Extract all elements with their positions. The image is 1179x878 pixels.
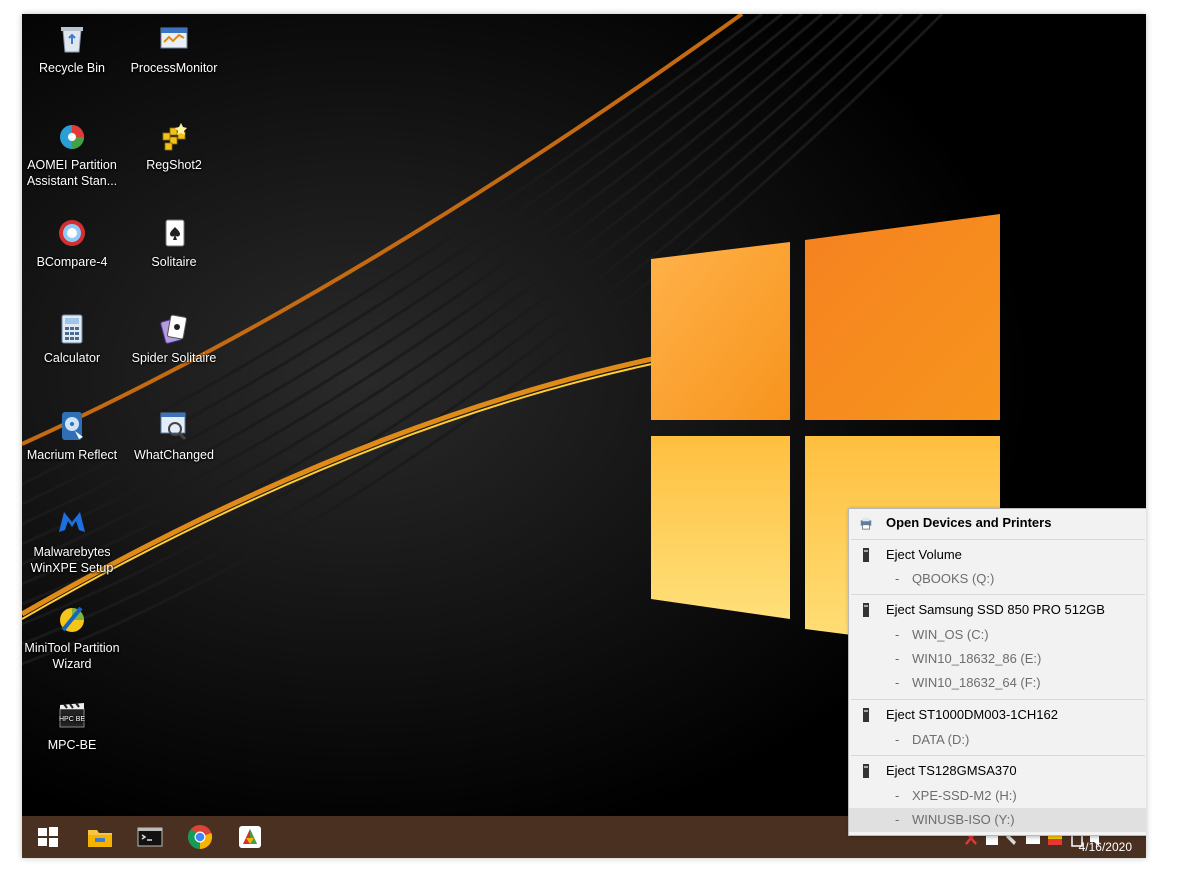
eject-menu: Open Devices and Printers Eject Volume -… [848, 508, 1146, 836]
menu-item-eject-volume[interactable]: Eject Volume [849, 543, 1146, 567]
desktop-icon-label: Recycle Bin [39, 61, 105, 75]
volume-label: WINUSB-ISO (Y:) [912, 812, 1015, 827]
volume-label: WIN10_18632_64 (F:) [912, 675, 1041, 690]
desktop-icon-malwarebytes[interactable]: Malwarebytes WinXPE Setup [22, 506, 122, 576]
malwarebytes-icon [59, 512, 85, 532]
menu-subitem-volume[interactable]: - WIN10_18632_86 (E:) [849, 647, 1146, 671]
desktop-icon-bcompare[interactable]: BCompare-4 [22, 216, 122, 270]
desktop-icon-label: Malwarebytes WinXPE Setup [30, 545, 114, 575]
aomei-icon [60, 125, 84, 149]
volume-label: WIN_OS (C:) [912, 627, 989, 642]
bcompare-icon [59, 220, 85, 246]
menu-item-label: Eject Samsung SSD 850 PRO 512GB [886, 602, 1105, 617]
chrome-icon [187, 825, 213, 850]
usb-drive-icon [863, 764, 869, 778]
desktop-icon-whatchanged[interactable]: WhatChanged [124, 409, 224, 463]
file-explorer-icon [88, 830, 112, 847]
desktop-icon-solitaire[interactable]: Solitaire [124, 216, 224, 270]
volume-label: XPE-SSD-M2 (H:) [912, 788, 1017, 803]
desktop-icon-spider-solitaire[interactable]: Spider Solitaire [124, 312, 224, 366]
desktop-icon-label: Macrium Reflect [26, 448, 118, 462]
menu-item-eject-st1000[interactable]: Eject ST1000DM003-1CH162 [849, 703, 1146, 727]
desktop-screen: Recycle Bin ProcessMonitor AOMEI Partiti… [22, 14, 1146, 858]
usb-drive-icon [863, 548, 869, 562]
solitaire-icon [165, 219, 185, 247]
menu-item-label: Open Devices and Printers [886, 515, 1052, 530]
menu-item-label: Eject ST1000DM003-1CH162 [886, 707, 1058, 722]
taskbar-file-explorer[interactable] [80, 820, 120, 854]
menu-item-label: Eject Volume [886, 547, 962, 562]
desktop-icon-processmonitor[interactable]: ProcessMonitor [124, 22, 224, 76]
desktop-icon-label: AOMEI Partition Assistant Stan... [26, 158, 118, 188]
desktop-icon-recycle-bin[interactable]: Recycle Bin [22, 22, 122, 76]
menu-separator [851, 539, 1145, 540]
desktop-icon-regshot2[interactable]: RegShot2 [124, 119, 224, 173]
regshot-icon [162, 123, 187, 151]
usb-drive-icon [863, 603, 869, 617]
taskbar-app[interactable] [230, 820, 270, 854]
whatchanged-icon [160, 412, 187, 441]
desktop-icon-label: ProcessMonitor [130, 61, 218, 75]
recycle-bin-icon [61, 27, 83, 53]
command-prompt-icon [137, 827, 163, 847]
desktop-icon-label: BCompare-4 [36, 255, 108, 269]
usb-drive-icon [863, 708, 869, 722]
desktop-icon-aomei[interactable]: AOMEI Partition Assistant Stan... [22, 119, 122, 189]
menu-item-label: Eject TS128GMSA370 [886, 763, 1017, 778]
calculator-icon [61, 314, 83, 344]
desktop-icon-label: Spider Solitaire [131, 351, 217, 365]
spider-solitaire-icon [160, 314, 187, 344]
volume-label: QBOOKS (Q:) [912, 571, 995, 586]
menu-subitem-volume[interactable]: - QBOOKS (Q:) [849, 567, 1146, 591]
menu-subitem-volume[interactable]: - WIN10_18632_64 (F:) [849, 671, 1146, 695]
desktop-icon-minitool[interactable]: MiniTool Partition Wizard [22, 602, 122, 672]
menu-separator [851, 699, 1145, 700]
start-icon [38, 827, 58, 847]
menu-subitem-volume[interactable]: - WIN_OS (C:) [849, 623, 1146, 647]
app-icon [239, 826, 261, 848]
desktop-icon-label: RegShot2 [146, 158, 202, 172]
menu-item-eject-ts128[interactable]: Eject TS128GMSA370 [849, 759, 1146, 783]
clock-date[interactable]: 4/16/2020 [1079, 840, 1132, 854]
desktop-icon-macrium[interactable]: Macrium Reflect [22, 409, 122, 463]
menu-item-open-devices-printers[interactable]: Open Devices and Printers [849, 511, 1146, 535]
desktop-icon-label: MPC-BE [47, 738, 97, 752]
mpc-be-icon: HPC BE [59, 702, 85, 728]
printer-icon [860, 517, 872, 530]
volume-label: WIN10_18632_86 (E:) [912, 651, 1042, 666]
menu-separator [851, 755, 1145, 756]
process-monitor-icon [160, 27, 188, 49]
menu-subitem-volume-highlighted[interactable]: - WINUSB-ISO (Y:) [849, 808, 1146, 832]
menu-subitem-volume[interactable]: - XPE-SSD-M2 (H:) [849, 784, 1146, 808]
macrium-icon [62, 412, 83, 440]
minitool-icon [60, 606, 84, 632]
desktop-icon-calculator[interactable]: Calculator [22, 312, 122, 366]
taskbar-chrome[interactable] [180, 820, 220, 854]
start-button[interactable] [28, 820, 68, 854]
menu-separator [851, 594, 1145, 595]
volume-label: DATA (D:) [912, 732, 970, 747]
desktop-icon-mpc-be[interactable]: HPC BE MPC-BE [22, 699, 122, 753]
svg-text:HPC BE: HPC BE [59, 716, 85, 723]
desktop-icon-label: Solitaire [151, 255, 197, 269]
menu-item-eject-samsung[interactable]: Eject Samsung SSD 850 PRO 512GB [849, 598, 1146, 622]
menu-subitem-volume[interactable]: - DATA (D:) [849, 728, 1146, 752]
desktop-icon-label: MiniTool Partition Wizard [24, 641, 120, 671]
desktop-icon-label: WhatChanged [134, 448, 214, 462]
taskbar-command-prompt[interactable] [130, 820, 170, 854]
desktop-icon-label: Calculator [43, 351, 101, 365]
